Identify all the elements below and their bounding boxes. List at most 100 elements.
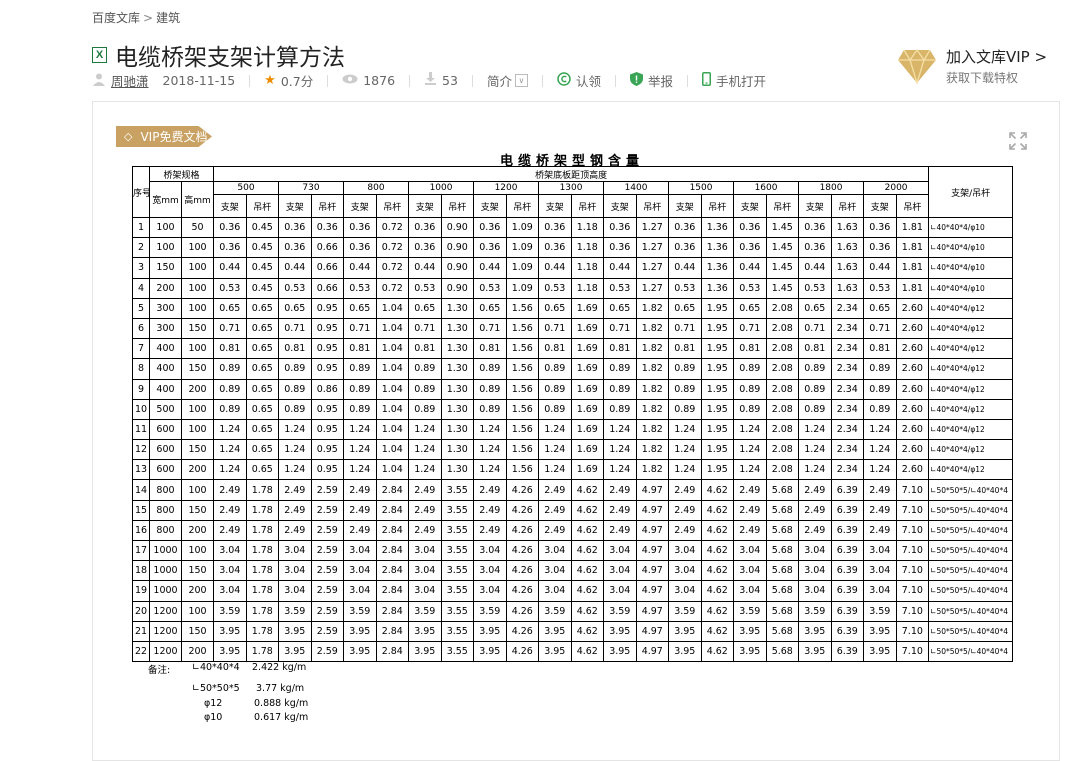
intro-toggle[interactable]: 简介 ∨ [487,71,528,90]
row-value: 1.82 [635,338,670,360]
row-value: 5.68 [765,600,800,622]
row-value: 3.04 [408,560,442,582]
row-value: 0.81 [473,338,507,360]
intro-label: 简介 [486,74,512,89]
row-value: 3.04 [213,560,247,582]
row-value: 3.04 [343,580,377,602]
row-value: 3.55 [440,519,475,542]
header-sub-rod: 吊杆 [310,194,345,218]
row-value: 3.04 [278,539,312,562]
row-value: 0.65 [603,297,637,319]
row-value: 1.81 [895,216,930,239]
row-value: 2.34 [830,317,865,340]
row-value: 2.49 [668,499,702,521]
row-value: 3.04 [408,539,442,562]
row-value: 0.89 [278,378,312,400]
row-value: 0.36 [733,216,767,239]
row-value: 0.53 [798,277,832,299]
row-width: 1000 [149,539,182,562]
row-width: 800 [149,479,182,501]
fullscreen-icon[interactable] [1009,132,1027,150]
row-value: 1.56 [505,378,540,400]
report-link[interactable]: 举报 [629,71,673,90]
row-width: 400 [149,338,182,360]
row-value: 1.24 [408,439,442,461]
row-value: 4.62 [570,539,605,562]
row-value: 2.49 [408,499,442,521]
row-width: 600 [149,459,182,481]
row-value: 0.89 [538,398,572,420]
row-value: 1.09 [505,237,540,259]
row-value: 0.36 [278,216,312,239]
row-height: 100 [180,398,215,420]
user-icon [92,72,106,90]
row-no: 10 [132,398,150,420]
row-no: 16 [132,519,150,542]
row-value: 5.68 [765,479,800,501]
row-value: 3.04 [473,539,507,562]
row-value: 2.49 [213,479,247,501]
row-note: ∟40*40*4/φ12 [928,338,1014,360]
note-material: ∟50*50*5 [192,683,240,694]
row-value: 4.26 [505,580,540,602]
mobile-open-link[interactable]: 手机打开 [701,71,766,90]
row-value: 0.36 [343,216,377,239]
header-sub-bracket: 支架 [278,194,312,218]
row-value: 1.30 [440,317,475,340]
row-value: 1.95 [700,317,735,340]
vip-promo[interactable]: 加入文库VIP > 获取下载特权 [898,46,1047,86]
row-value: 0.44 [408,257,442,279]
row-value: 3.04 [668,539,702,562]
row-value: 0.90 [440,257,475,279]
row-value: 3.95 [603,620,637,642]
table-row: 8 400 150 0.89 0.65 0.89 0.95 0.89 1.04 0.89 1.30 0… [132,358,1014,380]
row-value: 6.39 [830,580,865,602]
divider [409,74,411,87]
row-value: 1.04 [375,439,410,461]
row-note: ∟50*50*5/∟40*40*4 [928,539,1014,562]
breadcrumb-category[interactable]: 建筑 [156,11,180,25]
table-row: 13 600 200 1.24 0.65 1.24 0.95 1.24 1.04 1.24 1.30… [132,459,1014,481]
row-value: 3.04 [278,580,312,602]
row-value: 1.09 [505,257,540,279]
claim-link[interactable]: 认领 [557,71,601,90]
row-value: 1.04 [375,459,410,481]
row-value: 1.30 [440,358,475,380]
row-value: 3.59 [668,600,702,622]
row-value: 1.04 [375,297,410,319]
row-value: 0.89 [213,378,247,400]
row-value: 1.36 [700,216,735,239]
row-value: 3.95 [538,640,572,663]
row-value: 0.90 [440,277,475,299]
row-value: 1.82 [635,439,670,461]
report-label: 举报 [647,74,673,89]
header-sub-bracket: 支架 [213,194,247,218]
row-width: 600 [149,439,182,461]
row-value: 0.89 [603,398,637,420]
row-value: 0.90 [440,237,475,259]
table-row: 18 1000 150 3.04 1.78 3.04 2.59 3.04 2.84 3.04 3.5… [132,560,1014,582]
divider [471,74,473,87]
row-value: 3.04 [863,580,897,602]
row-value: 3.59 [213,600,247,622]
row-value: 3.55 [440,539,475,562]
author-link[interactable]: 周驰潇 [111,71,149,90]
row-value: 1.24 [408,418,442,441]
row-no: 2 [132,237,150,259]
row-value: 0.89 [408,358,442,380]
row-value: 0.44 [213,257,247,279]
row-value: 0.44 [733,257,767,279]
row-width: 150 [149,257,182,279]
row-value: 3.04 [668,560,702,582]
breadcrumb-root[interactable]: 百度文库 [92,11,140,25]
row-value: 1.82 [635,378,670,400]
note-weight: 2.422 kg/m [252,662,307,673]
row-value: 1.82 [635,459,670,481]
row-value: 1.81 [895,237,930,259]
row-value: 1.56 [505,297,540,319]
row-value: 1.81 [895,257,930,279]
row-value: 0.89 [473,378,507,400]
excel-file-icon: X [92,47,107,63]
row-value: 0.72 [375,216,410,239]
row-value: 3.95 [863,620,897,642]
